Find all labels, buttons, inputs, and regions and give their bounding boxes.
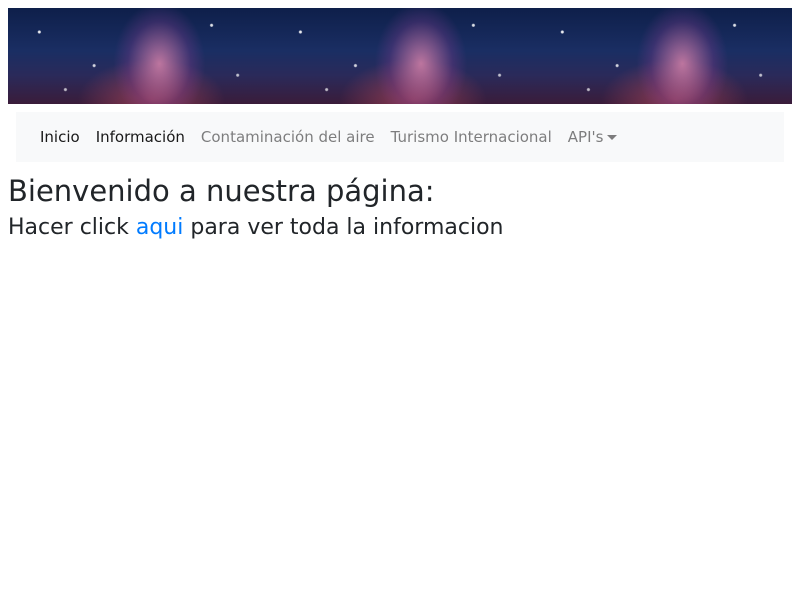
page: Inicio Información Contaminación del air… bbox=[0, 0, 800, 600]
navbar: Inicio Información Contaminación del air… bbox=[16, 112, 784, 162]
header-banner-image bbox=[8, 8, 792, 104]
banner-tile bbox=[8, 8, 270, 104]
subtitle-text-before: Hacer click bbox=[8, 214, 136, 240]
nav-item-apis-label: API's bbox=[567, 128, 604, 146]
subtitle-text-after: para ver toda la informacion bbox=[183, 214, 504, 240]
banner-tile bbox=[530, 8, 792, 104]
nav-item-informacion[interactable]: Información bbox=[88, 128, 193, 146]
nav-item-inicio[interactable]: Inicio bbox=[32, 128, 88, 146]
aqui-link[interactable]: aqui bbox=[136, 215, 184, 240]
caret-down-icon bbox=[607, 134, 618, 140]
nav-item-turismo-internacional[interactable]: Turismo Internacional bbox=[383, 128, 560, 146]
banner-tile bbox=[269, 8, 531, 104]
nav-item-contaminacion-del-aire[interactable]: Contaminación del aire bbox=[193, 128, 383, 146]
page-title: Bienvenido a nuestra página: bbox=[8, 174, 435, 208]
nav-item-apis-dropdown[interactable]: API's bbox=[560, 128, 626, 146]
page-subtitle: Hacer click aqui para ver toda la inform… bbox=[8, 215, 792, 241]
